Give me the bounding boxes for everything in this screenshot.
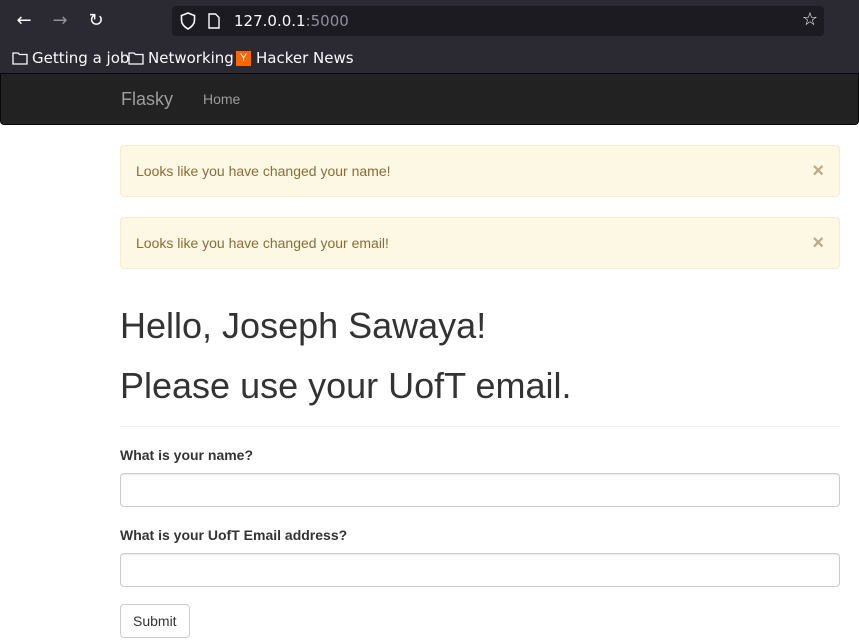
alert-close-button[interactable]: × xyxy=(812,233,824,253)
browser-chrome: ← → ↻ 127.0.0.1:5000 ☆ Getting a job Net… xyxy=(0,0,859,73)
bookmark-getting-a-job[interactable]: Getting a job xyxy=(12,47,129,69)
nav-home-link[interactable]: Home xyxy=(203,91,240,107)
uoft-email-heading: Please use your UofT email. xyxy=(120,365,572,406)
name-input[interactable] xyxy=(120,473,840,507)
bookmarks-bar: Getting a job Networking Y Hacker News xyxy=(0,42,859,73)
hacker-news-icon: Y xyxy=(236,50,251,66)
back-arrow-icon[interactable]: ← xyxy=(12,9,36,33)
alert-email-changed: Looks like you have changed your email! … xyxy=(120,217,840,269)
site-navbar: Flasky Home xyxy=(0,73,859,125)
bookmark-networking[interactable]: Networking xyxy=(128,47,234,69)
greeting-heading: Hello, Joseph Sawaya! xyxy=(120,305,487,346)
alert-message: Looks like you have changed your name! xyxy=(136,163,391,179)
page-icon xyxy=(208,13,220,29)
bookmark-label: Hacker News xyxy=(256,49,354,67)
email-input[interactable] xyxy=(120,553,840,587)
url-text[interactable]: 127.0.0.1:5000 xyxy=(234,12,349,30)
url-host: 127.0.0.1 xyxy=(234,12,306,30)
main-content: Looks like you have changed your name! ×… xyxy=(120,145,840,638)
browser-toolbar: ← → ↻ 127.0.0.1:5000 ☆ xyxy=(0,0,859,42)
alert-name-changed: Looks like you have changed your name! × xyxy=(120,145,840,197)
email-label: What is your UofT Email address? xyxy=(120,527,348,543)
address-bar[interactable]: 127.0.0.1:5000 ☆ xyxy=(172,6,824,36)
bookmark-hacker-news[interactable]: Y Hacker News xyxy=(236,47,354,69)
folder-icon xyxy=(128,52,144,65)
reload-icon[interactable]: ↻ xyxy=(84,9,108,33)
profile-form: What is your name? What is your UofT Ema… xyxy=(120,447,840,638)
submit-button[interactable]: Submit xyxy=(120,604,190,638)
url-port: :5000 xyxy=(305,12,349,30)
page-header: Hello, Joseph Sawaya! Please use your Uo… xyxy=(120,305,840,427)
bookmark-star-icon[interactable]: ☆ xyxy=(802,9,818,30)
forward-arrow-icon[interactable]: → xyxy=(48,9,72,33)
bookmark-label: Networking xyxy=(148,49,234,67)
bookmark-label: Getting a job xyxy=(32,49,130,67)
alert-close-button[interactable]: × xyxy=(812,161,824,181)
alert-message: Looks like you have changed your email! xyxy=(136,235,389,251)
navbar-brand[interactable]: Flasky xyxy=(121,89,173,110)
name-label: What is your name? xyxy=(120,447,254,463)
folder-icon xyxy=(12,52,28,65)
shield-icon xyxy=(180,12,196,30)
